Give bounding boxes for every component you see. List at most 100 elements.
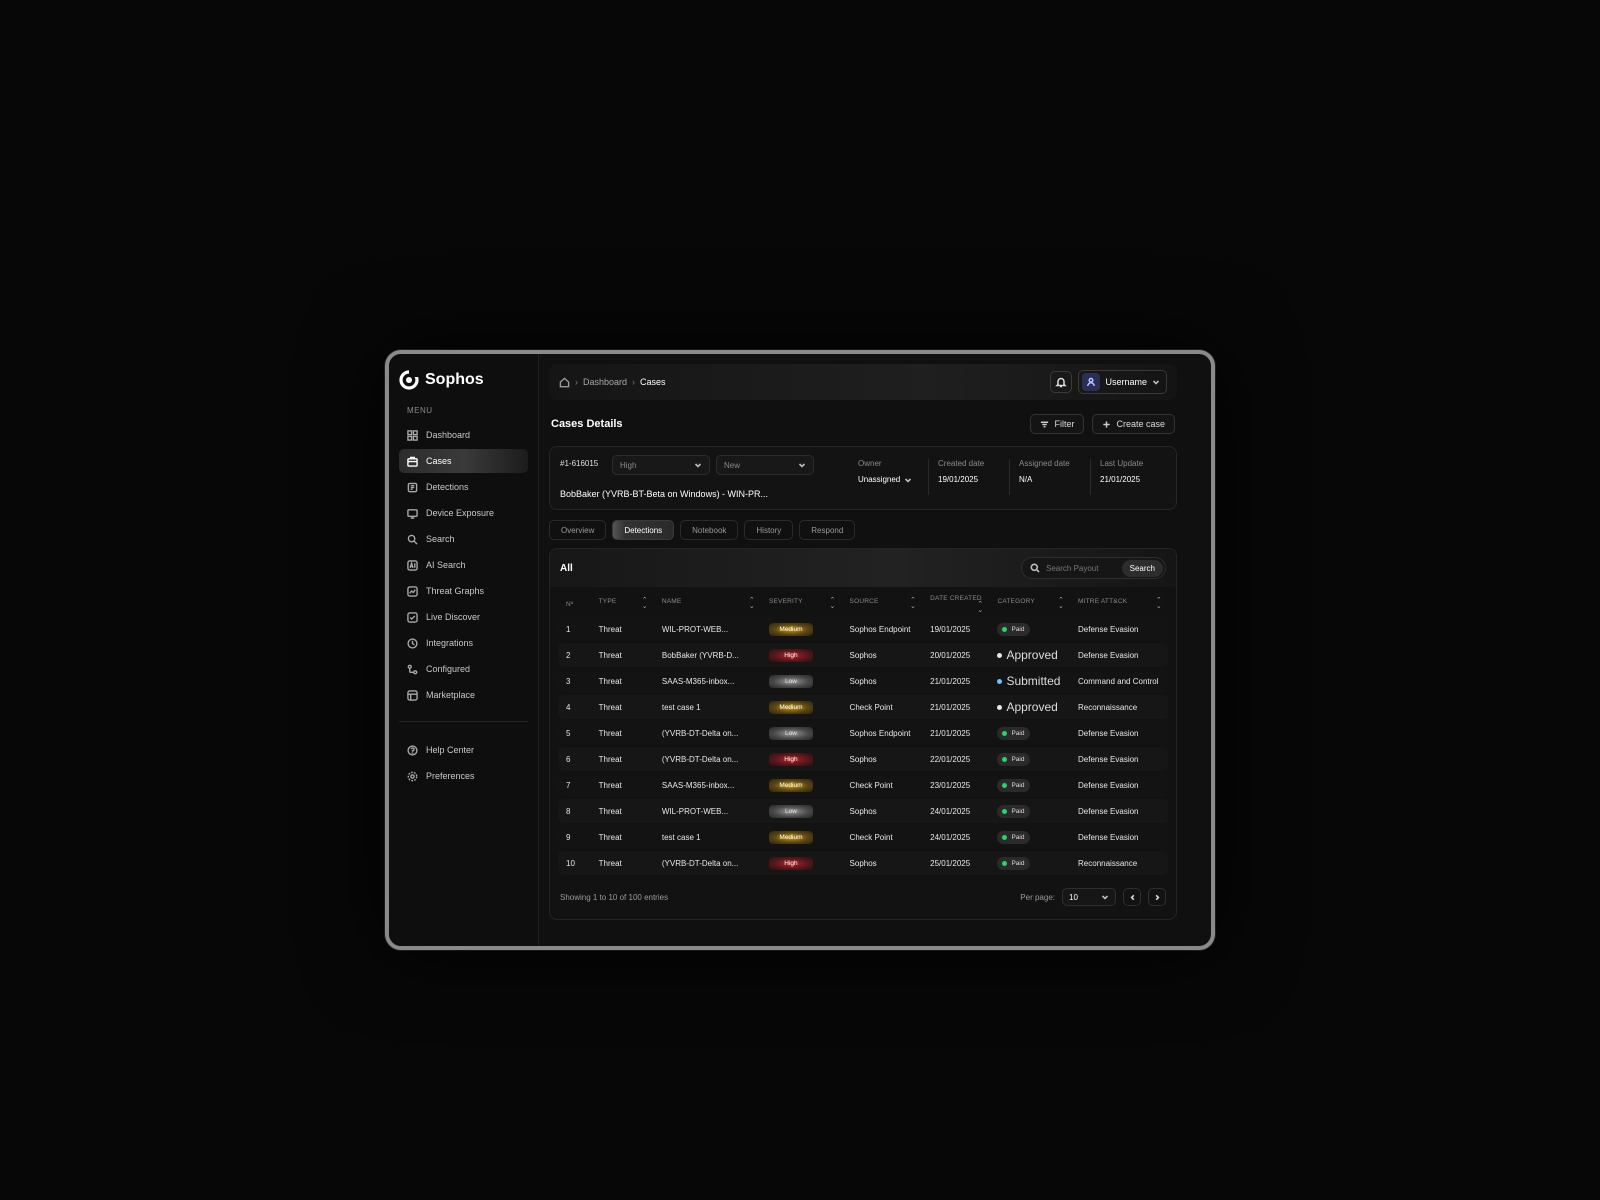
home-icon[interactable] (559, 376, 570, 388)
ai-icon (407, 559, 418, 571)
cell-mitre: Defense Evasion (1070, 799, 1168, 823)
sidebar-item-dashboard[interactable]: Dashboard (399, 423, 528, 447)
tab-notebook[interactable]: Notebook (680, 520, 739, 540)
column-header[interactable]: NAME ⌃ ⌄ (654, 593, 761, 615)
cell-n: 10 (558, 851, 591, 875)
created-date-value: 19/01/2025 (938, 475, 979, 484)
column-header[interactable]: MITRE ATT&CK ⌃ ⌄ (1070, 593, 1168, 615)
tab-overview[interactable]: Overview (549, 520, 607, 540)
sidebar-item-label: Detections (426, 482, 469, 492)
sidebar-item-cases[interactable]: Cases (399, 449, 528, 473)
sidebar-item-detections[interactable]: Detections (399, 475, 528, 499)
cell-severity: Low (760, 721, 842, 745)
sidebar-item-preferences[interactable]: Preferences (399, 764, 528, 788)
sidebar-item-configured[interactable]: Configured (399, 657, 528, 681)
next-page-button[interactable] (1148, 888, 1166, 906)
breadcrumb-dashboard[interactable]: Dashboard (583, 377, 627, 387)
cell-category: Approved (989, 695, 1071, 719)
search-button[interactable]: Search (1121, 559, 1163, 577)
cell-source: Sophos Endpoint (841, 721, 923, 745)
detections-header: All Search (550, 549, 1176, 587)
cell-type: Threat (590, 617, 654, 641)
tab-history[interactable]: History (744, 520, 794, 540)
column-header[interactable]: SOURCE ⌃ ⌄ (842, 593, 923, 615)
plus-icon (1103, 420, 1111, 428)
status-dot (997, 704, 1003, 710)
cell-severity: High (760, 851, 842, 875)
table-row[interactable]: 2 Threat BobBaker (YVRB-D... High Sophos 20/0… (558, 643, 1168, 667)
category-badge: Paid (997, 830, 1031, 844)
sort-icon[interactable]: ⌃ ⌄ (749, 597, 755, 610)
case-id: #1-616015 (560, 459, 599, 468)
table-row[interactable]: 9 Threat test case 1 Medium Check Point 24/01… (558, 825, 1168, 849)
table-row[interactable]: 5 Threat (YVRB-DT-Delta on... Low Sophos End… (558, 721, 1168, 745)
per-page-select[interactable]: 10 (1062, 888, 1116, 906)
cell-name: (YVRB-DT-Delta on... (653, 851, 761, 875)
tab-respond[interactable]: Respond (799, 520, 856, 540)
sidebar-item-help-center[interactable]: Help Center (399, 738, 528, 762)
table-row[interactable]: 8 Threat WIL-PROT-WEB... Low Sophos 24/01/202… (558, 799, 1168, 823)
table-row[interactable]: 7 Threat SAAS-M365-inbox... Medium Check Poi… (558, 773, 1168, 797)
sort-icon[interactable]: ⌃ ⌄ (910, 597, 916, 610)
priority-select[interactable]: High (612, 455, 710, 475)
sort-icon[interactable]: ⌃ ⌄ (1058, 597, 1064, 610)
cell-type: Threat (590, 851, 654, 875)
cell-severity: High (760, 643, 842, 667)
status-dot (1002, 808, 1008, 814)
notifications-button[interactable] (1050, 371, 1073, 393)
sort-icon[interactable]: ⌃ ⌄ (829, 597, 835, 610)
cell-name: SAAS-M365-inbox... (653, 773, 761, 797)
chevron-down-icon (798, 463, 806, 468)
cell-source: Sophos Endpoint (841, 617, 923, 641)
status-select[interactable]: New (716, 455, 814, 475)
sort-icon[interactable]: ⌃ ⌄ (642, 597, 648, 610)
category-badge: Paid (997, 856, 1031, 870)
user-menu-button[interactable]: Username (1078, 370, 1167, 394)
sidebar-item-device-exposure[interactable]: Device Exposure (399, 501, 528, 525)
sidebar-nav: Dashboard Cases Detections Device Exposure S… (399, 423, 528, 707)
table-row[interactable]: 3 Threat SAAS-M365-inbox... Low Sophos 21/01/… (558, 669, 1168, 693)
sidebar-item-threat-graphs[interactable]: Threat Graphs (399, 579, 528, 603)
search-input[interactable] (1046, 563, 1116, 573)
owner-field[interactable]: Owner Unassigned (858, 459, 912, 484)
cell-mitre: Defense Evasion (1070, 825, 1168, 849)
category-label: Submitted (1006, 674, 1061, 688)
integrations-icon (407, 637, 418, 649)
prev-page-button[interactable] (1123, 888, 1141, 906)
chevron-down-icon (1152, 380, 1160, 385)
search-field[interactable]: Search (1021, 557, 1166, 579)
cell-category: Paid (989, 721, 1071, 745)
sort-icon[interactable]: ⌃ ⌄ (977, 601, 983, 614)
column-header-label: MITRE ATT&CK (1078, 598, 1128, 605)
column-header-label: TYPE (598, 598, 617, 605)
sort-icon[interactable]: ⌃ ⌄ (1156, 597, 1162, 610)
severity-badge: Medium (768, 700, 813, 714)
cell-name: test case 1 (653, 695, 761, 719)
chevron-left-icon (1130, 894, 1134, 900)
column-header[interactable]: DATE CREATED ⌃ ⌄ (922, 593, 989, 615)
table-row[interactable]: 1 Threat WIL-PROT-WEB... Medium Sophos Endpo… (558, 617, 1168, 641)
mockup-stage: Sophos MENU Dashboard Cases Detections Devi… (0, 0, 1600, 1200)
category-label: Paid (1011, 781, 1025, 789)
filter-button[interactable]: Filter (1030, 414, 1085, 434)
sidebar-item-search[interactable]: Search (399, 527, 528, 551)
cell-type: Threat (590, 747, 654, 771)
search-icon (407, 534, 418, 545)
cell-n: 8 (558, 799, 591, 823)
sidebar-item-live-discover[interactable]: Live Discover (399, 605, 528, 629)
table-row[interactable]: 6 Threat (YVRB-DT-Delta on... High Sophos 22/… (558, 747, 1168, 771)
sidebar-item-ai-search[interactable]: AI Search (399, 553, 528, 577)
create-case-button[interactable]: Create case (1092, 414, 1175, 434)
cell-source: Check Point (841, 773, 923, 797)
sidebar-item-integrations[interactable]: Integrations (399, 631, 528, 655)
tab-detections[interactable]: Detections (612, 520, 675, 540)
brand-logo[interactable]: Sophos (399, 366, 528, 394)
column-header[interactable]: TYPE ⌃ ⌄ (591, 593, 654, 615)
table-row[interactable]: 10 Threat (YVRB-DT-Delta on... High Sophos 25… (558, 851, 1168, 875)
column-header[interactable]: CATEGORY ⌃ ⌄ (989, 593, 1070, 615)
table-row[interactable]: 4 Threat test case 1 Medium Check Point 21/01… (558, 695, 1168, 719)
column-header[interactable]: SEVERITY ⌃ ⌄ (761, 593, 842, 615)
sidebar-item-marketplace[interactable]: Marketplace (399, 683, 528, 707)
sidebar-item-label: Configured (426, 664, 471, 674)
category-badge: Paid (997, 752, 1031, 766)
